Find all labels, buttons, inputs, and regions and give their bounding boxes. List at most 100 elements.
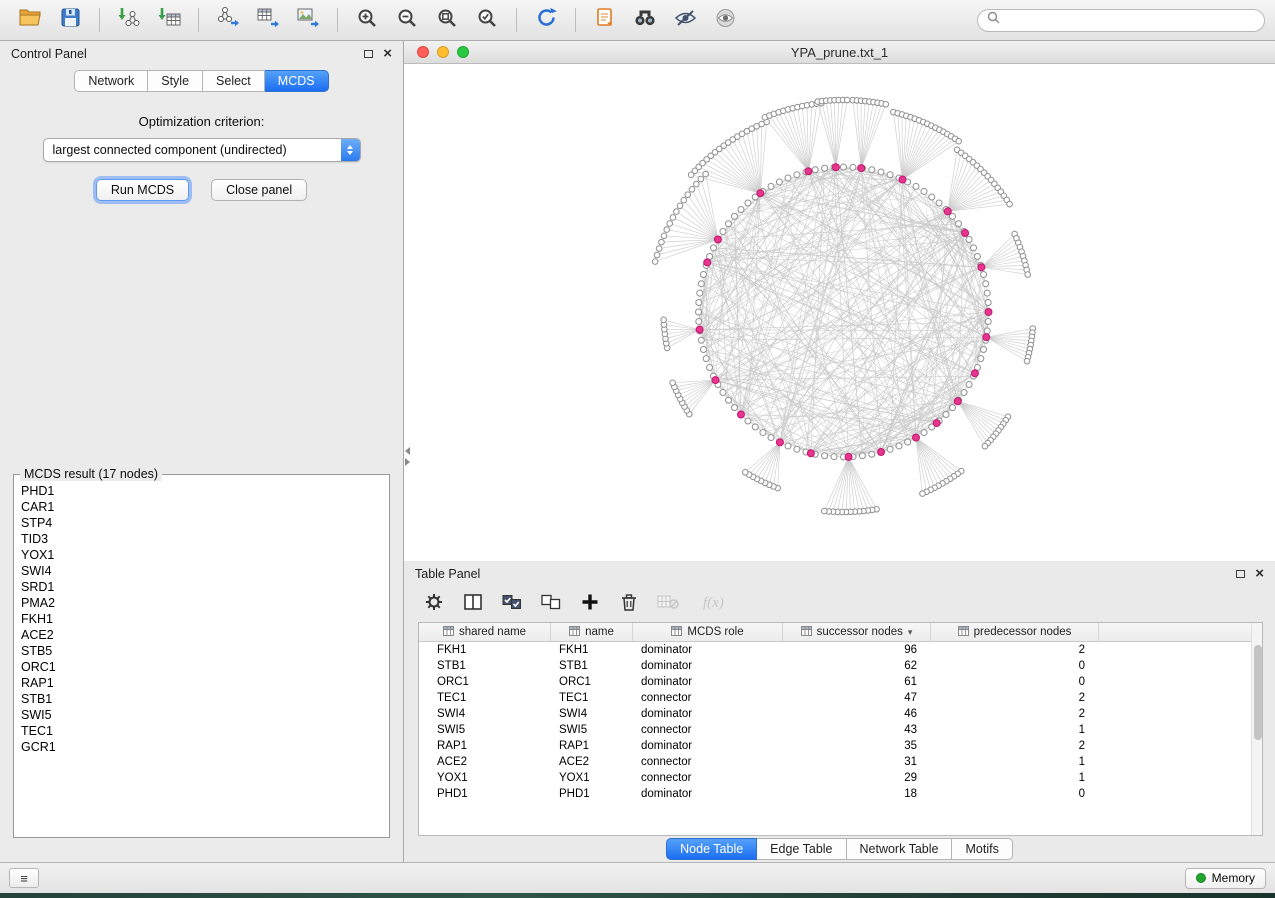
show-columns-button[interactable] bbox=[460, 591, 486, 617]
zoom-fit-button[interactable] bbox=[427, 3, 467, 37]
clear-selection-button[interactable] bbox=[538, 591, 564, 617]
result-node[interactable]: TID3 bbox=[21, 531, 382, 547]
table-row[interactable]: FKH1FKH1dominator962 bbox=[419, 642, 1262, 658]
criterion-dropdown[interactable]: largest connected component (undirected) bbox=[43, 138, 361, 162]
result-node[interactable]: STP4 bbox=[21, 515, 382, 531]
close-table-panel-icon[interactable]: × bbox=[1255, 566, 1264, 581]
table-cell: 61 bbox=[783, 676, 931, 688]
table-cell: connector bbox=[633, 756, 783, 768]
tab-motifs[interactable]: Motifs bbox=[952, 838, 1012, 860]
result-node[interactable]: ORC1 bbox=[21, 659, 382, 675]
table-row[interactable]: YOX1YOX1connector291 bbox=[419, 770, 1262, 786]
table-cell: 47 bbox=[783, 692, 931, 704]
export-network-button[interactable] bbox=[208, 3, 248, 37]
result-node[interactable]: TEC1 bbox=[21, 723, 382, 739]
zoom-in-button[interactable] bbox=[347, 3, 387, 37]
result-node[interactable]: FKH1 bbox=[21, 611, 382, 627]
clear-table-icon bbox=[657, 592, 679, 617]
close-panel-button[interactable]: Close panel bbox=[211, 179, 307, 201]
table-cell: 96 bbox=[783, 644, 931, 656]
network-canvas[interactable] bbox=[404, 64, 1275, 561]
clone-network-button[interactable] bbox=[585, 3, 625, 37]
result-node[interactable]: SWI5 bbox=[21, 707, 382, 723]
tab-mcds[interactable]: MCDS bbox=[265, 70, 329, 92]
export-table-button[interactable] bbox=[248, 3, 288, 37]
tab-style[interactable]: Style bbox=[148, 70, 203, 92]
table-row[interactable]: STB1STB1dominator620 bbox=[419, 658, 1262, 674]
table-cell: 1 bbox=[931, 724, 1099, 736]
table-cell: dominator bbox=[633, 644, 783, 656]
import-network-button[interactable] bbox=[109, 3, 149, 37]
result-node[interactable]: GCR1 bbox=[21, 739, 382, 755]
export-image-button[interactable] bbox=[288, 3, 328, 37]
show-all-button[interactable] bbox=[705, 3, 745, 37]
expand-right-icon[interactable] bbox=[405, 458, 410, 466]
optimization-criterion-label: Optimization criterion: bbox=[0, 114, 403, 129]
settings-gear-button[interactable] bbox=[421, 591, 447, 617]
table-row[interactable]: SWI5SWI5connector431 bbox=[419, 722, 1262, 738]
hide-selection-button[interactable] bbox=[665, 3, 705, 37]
result-node[interactable]: SRD1 bbox=[21, 579, 382, 595]
close-panel-icon[interactable]: × bbox=[383, 46, 392, 61]
tab-select[interactable]: Select bbox=[203, 70, 265, 92]
zoom-out-button[interactable] bbox=[387, 3, 427, 37]
tab-network-table[interactable]: Network Table bbox=[847, 838, 953, 860]
column-header-MCDS-role[interactable]: MCDS role bbox=[633, 623, 783, 641]
result-node[interactable]: RAP1 bbox=[21, 675, 382, 691]
table-scrollbar[interactable] bbox=[1251, 623, 1262, 835]
save-button[interactable] bbox=[50, 3, 90, 37]
import-table-button[interactable] bbox=[149, 3, 189, 37]
control-panel-tabs: NetworkStyleSelectMCDS bbox=[0, 70, 403, 92]
table-row[interactable]: RAP1RAP1dominator352 bbox=[419, 738, 1262, 754]
result-node[interactable]: STB1 bbox=[21, 691, 382, 707]
column-header-name[interactable]: name bbox=[551, 623, 633, 641]
table-cell: 1 bbox=[931, 756, 1099, 768]
float-table-panel-icon[interactable] bbox=[1236, 570, 1245, 578]
table-row[interactable]: TEC1TEC1connector472 bbox=[419, 690, 1262, 706]
result-node[interactable]: CAR1 bbox=[21, 499, 382, 515]
tab-node-table[interactable]: Node Table bbox=[666, 838, 757, 860]
splitter-collapse-buttons[interactable] bbox=[404, 446, 411, 467]
tab-edge-table[interactable]: Edge Table bbox=[757, 838, 846, 860]
delete-rows-button[interactable] bbox=[616, 591, 642, 617]
result-node[interactable]: ACE2 bbox=[21, 627, 382, 643]
result-node[interactable]: STB5 bbox=[21, 643, 382, 659]
search-input[interactable] bbox=[1005, 13, 1255, 27]
run-mcds-button[interactable]: Run MCDS bbox=[96, 179, 189, 201]
table-row[interactable]: ACE2ACE2connector311 bbox=[419, 754, 1262, 770]
add-row-icon bbox=[580, 592, 600, 617]
panel-menu-button[interactable]: ≡ bbox=[9, 868, 39, 888]
column-header-shared-name[interactable]: shared name bbox=[419, 623, 551, 641]
sort-indicator-icon[interactable]: ▾ bbox=[908, 627, 913, 638]
column-header-predecessor-nodes[interactable]: predecessor nodes bbox=[931, 623, 1099, 641]
table-tabs: Node TableEdge TableNetwork TableMotifs bbox=[666, 838, 1013, 860]
show-all-icon bbox=[714, 7, 737, 34]
table-toolbar: f(x) bbox=[404, 586, 1275, 622]
refresh-button[interactable] bbox=[526, 3, 566, 37]
float-panel-icon[interactable] bbox=[364, 50, 373, 58]
select-all-button[interactable] bbox=[499, 591, 525, 617]
tab-network[interactable]: Network bbox=[74, 70, 148, 92]
scrollbar-thumb[interactable] bbox=[1254, 645, 1262, 740]
result-node[interactable]: YOX1 bbox=[21, 547, 382, 563]
zoom-window-button[interactable] bbox=[457, 46, 469, 58]
minimize-window-button[interactable] bbox=[437, 46, 449, 58]
table-cell: dominator bbox=[633, 676, 783, 688]
memory-button[interactable]: Memory bbox=[1185, 868, 1266, 889]
add-row-button[interactable] bbox=[577, 591, 603, 617]
result-node[interactable]: PMA2 bbox=[21, 595, 382, 611]
zoom-selected-button[interactable] bbox=[467, 3, 507, 37]
table-row[interactable]: ORC1ORC1dominator610 bbox=[419, 674, 1262, 690]
result-node[interactable]: SWI4 bbox=[21, 563, 382, 579]
mcds-result-title: MCDS result (17 nodes) bbox=[20, 467, 162, 481]
result-node[interactable]: PHD1 bbox=[21, 483, 382, 499]
search-box[interactable] bbox=[977, 9, 1265, 32]
open-folder-button[interactable] bbox=[10, 3, 50, 37]
network-window-titlebar[interactable]: YPA_prune.txt_1 bbox=[404, 41, 1275, 64]
column-header-successor-nodes[interactable]: successor nodes▾ bbox=[783, 623, 931, 641]
close-window-button[interactable] bbox=[417, 46, 429, 58]
table-row[interactable]: SWI4SWI4dominator462 bbox=[419, 706, 1262, 722]
table-row[interactable]: PHD1PHD1dominator180 bbox=[419, 786, 1262, 802]
collapse-left-icon[interactable] bbox=[405, 447, 410, 455]
first-neighbors-button[interactable] bbox=[625, 3, 665, 37]
